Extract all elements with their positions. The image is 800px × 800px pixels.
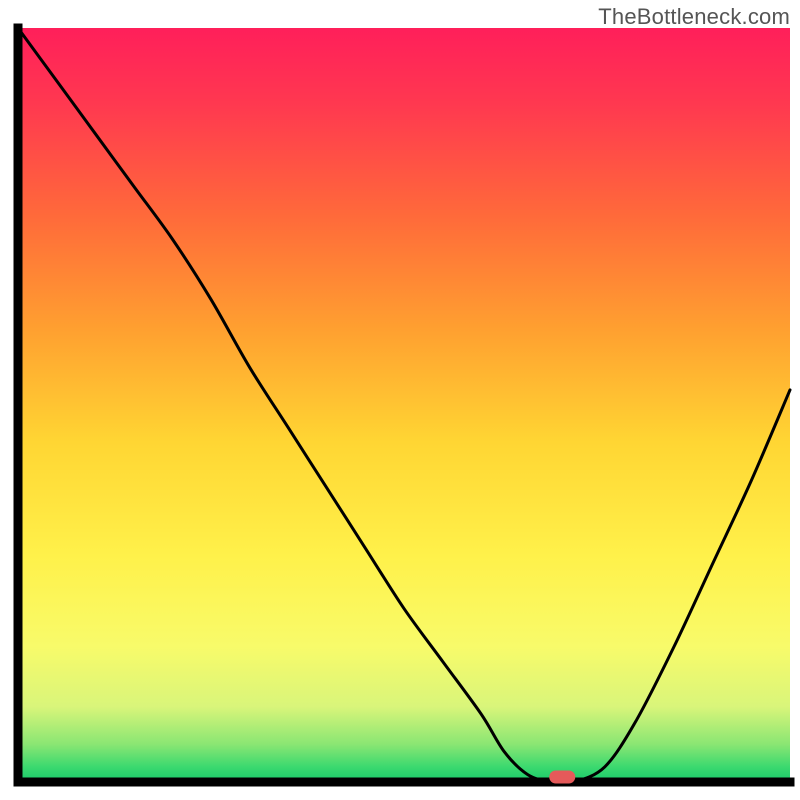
optimal-marker bbox=[549, 771, 575, 784]
chart-container: TheBottleneck.com bbox=[0, 0, 800, 800]
gradient-background bbox=[18, 28, 790, 782]
watermark-text: TheBottleneck.com bbox=[598, 4, 790, 30]
bottleneck-chart bbox=[0, 0, 800, 800]
